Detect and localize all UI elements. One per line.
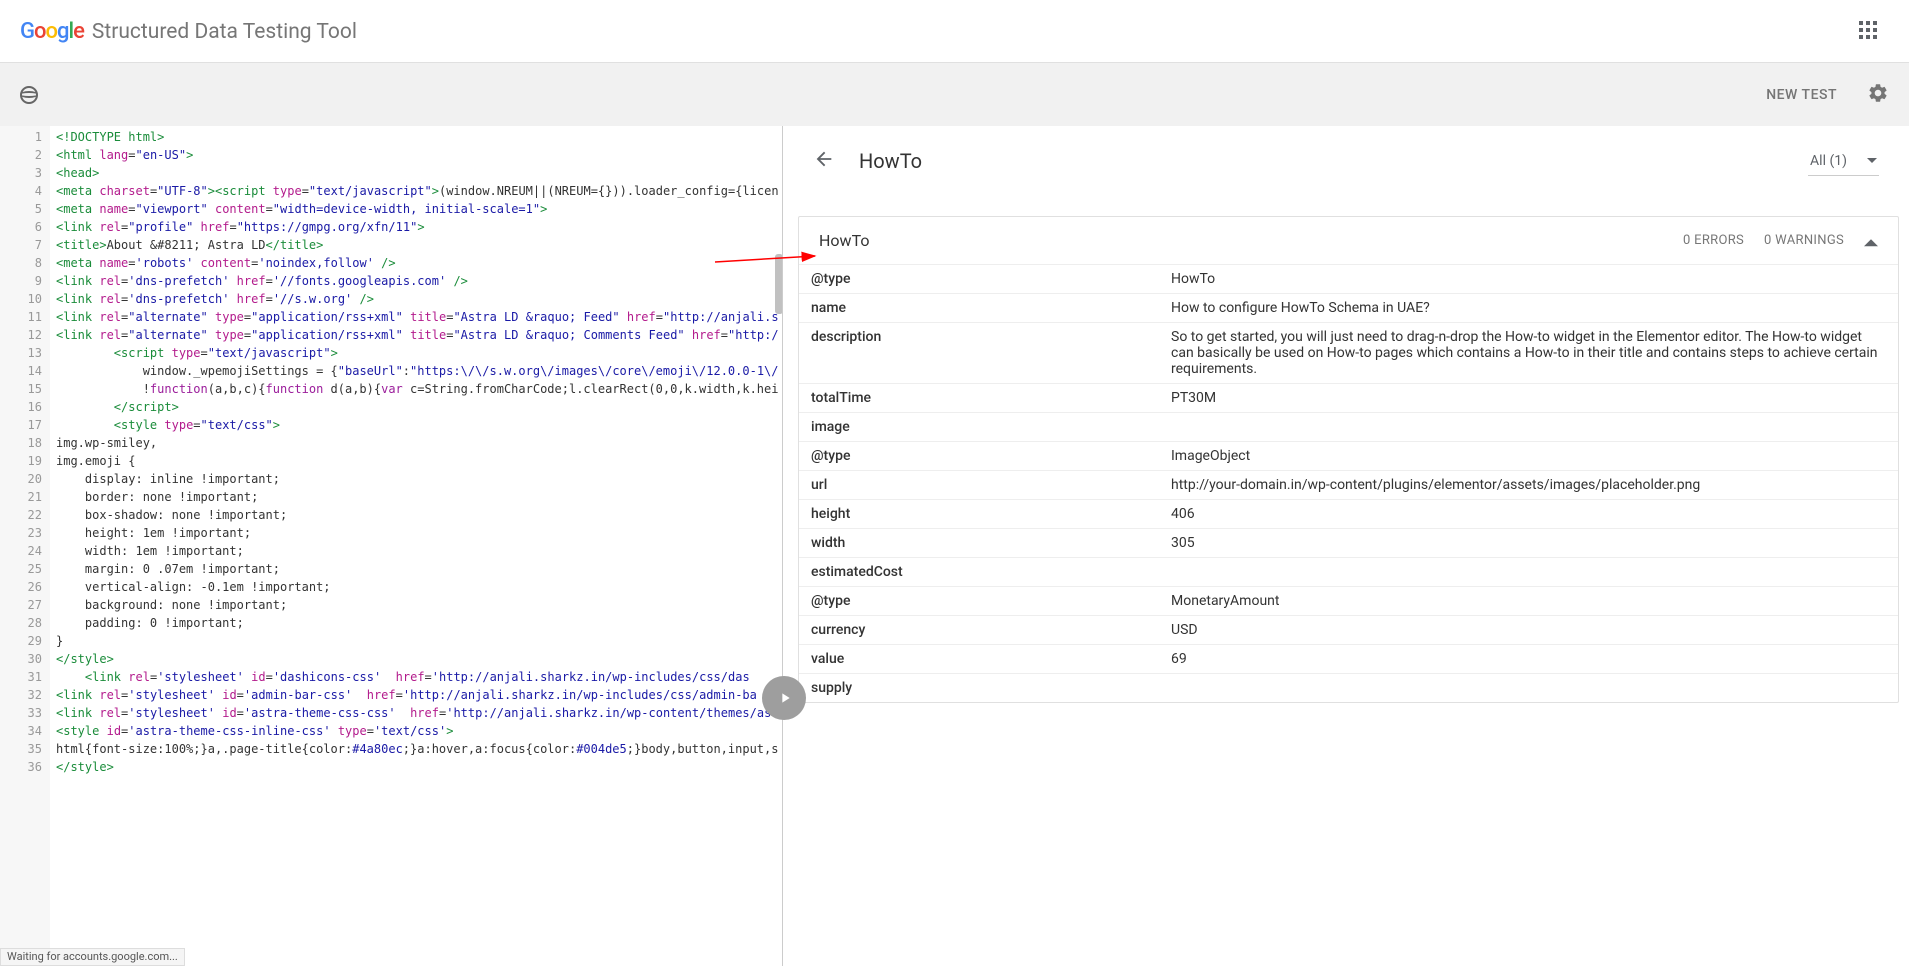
table-row[interactable]: urlhttp://your-domain.in/wp-content/plug… [799,471,1898,500]
results-header: HowTo All (1) [783,126,1909,196]
property-value [1159,413,1898,442]
table-row[interactable]: width305 [799,529,1898,558]
property-value: 406 [1159,500,1898,529]
property-value: http://your-domain.in/wp-content/plugins… [1159,471,1898,500]
table-row[interactable]: value69 [799,645,1898,674]
property-key: supply [799,674,1159,703]
globe-icon[interactable] [20,86,38,104]
apps-icon[interactable] [1859,21,1879,41]
back-arrow-icon[interactable] [813,148,835,174]
property-value: 305 [1159,529,1898,558]
property-key: image [799,413,1159,442]
new-test-button[interactable]: NEW TEST [1766,87,1837,103]
toolbar: NEW TEST [0,63,1909,126]
table-row[interactable]: image [799,413,1898,442]
code-editor[interactable]: <!DOCTYPE html><html lang="en-US"><head>… [50,126,782,966]
filter-dropdown[interactable]: All (1) [1808,147,1879,176]
card-header[interactable]: HowTo 0 ERRORS 0 WARNINGS [799,217,1898,264]
property-value: HowTo [1159,265,1898,294]
property-value: MonetaryAmount [1159,587,1898,616]
property-key: totalTime [799,384,1159,413]
table-row[interactable]: height406 [799,500,1898,529]
result-card: HowTo 0 ERRORS 0 WARNINGS @typeHowToname… [798,216,1899,703]
property-value [1159,558,1898,587]
results-pane: HowTo All (1) HowTo 0 ERRORS 0 WARNINGS … [783,126,1909,966]
header-bar: Google Structured Data Testing Tool [0,0,1909,63]
table-row[interactable]: @typeHowTo [799,265,1898,294]
properties-table: @typeHowTonameHow to configure HowTo Sch… [799,264,1898,702]
property-key: width [799,529,1159,558]
property-value [1159,674,1898,703]
line-gutter: 1234567891011121314151617181920212223242… [0,126,50,966]
property-value: ImageObject [1159,442,1898,471]
card-title: HowTo [819,231,869,250]
filter-label: All (1) [1810,153,1847,169]
scrollbar-thumb[interactable] [775,254,783,314]
property-value: PT30M [1159,384,1898,413]
property-key: estimatedCost [799,558,1159,587]
property-key: name [799,294,1159,323]
table-row[interactable]: nameHow to configure HowTo Schema in UAE… [799,294,1898,323]
error-count: 0 ERRORS [1683,233,1744,248]
logo-area: Google Structured Data Testing Tool [20,19,357,44]
property-key: @type [799,587,1159,616]
property-value: USD [1159,616,1898,645]
property-key: @type [799,265,1159,294]
run-test-button[interactable] [762,676,806,720]
table-row[interactable]: totalTimePT30M [799,384,1898,413]
table-row[interactable]: currencyUSD [799,616,1898,645]
property-key: description [799,323,1159,384]
browser-status-bar: Waiting for accounts.google.com... [0,948,185,966]
property-key: @type [799,442,1159,471]
table-row[interactable]: supply [799,674,1898,703]
chevron-up-icon [1864,231,1878,250]
settings-icon[interactable] [1837,82,1889,108]
property-key: value [799,645,1159,674]
tool-title: Structured Data Testing Tool [92,20,357,44]
property-key: currency [799,616,1159,645]
property-value: How to configure HowTo Schema in UAE? [1159,294,1898,323]
table-row[interactable]: @typeMonetaryAmount [799,587,1898,616]
property-key: url [799,471,1159,500]
result-type-title: HowTo [859,149,922,173]
table-row[interactable]: @typeImageObject [799,442,1898,471]
property-value: So to get started, you will just need to… [1159,323,1898,384]
code-pane[interactable]: 1234567891011121314151617181920212223242… [0,126,783,966]
warning-count: 0 WARNINGS [1764,233,1844,248]
table-row[interactable]: descriptionSo to get started, you will j… [799,323,1898,384]
table-row[interactable]: estimatedCost [799,558,1898,587]
chevron-down-icon [1867,156,1877,166]
property-value: 69 [1159,645,1898,674]
google-logo[interactable]: Google [20,19,84,44]
property-key: height [799,500,1159,529]
